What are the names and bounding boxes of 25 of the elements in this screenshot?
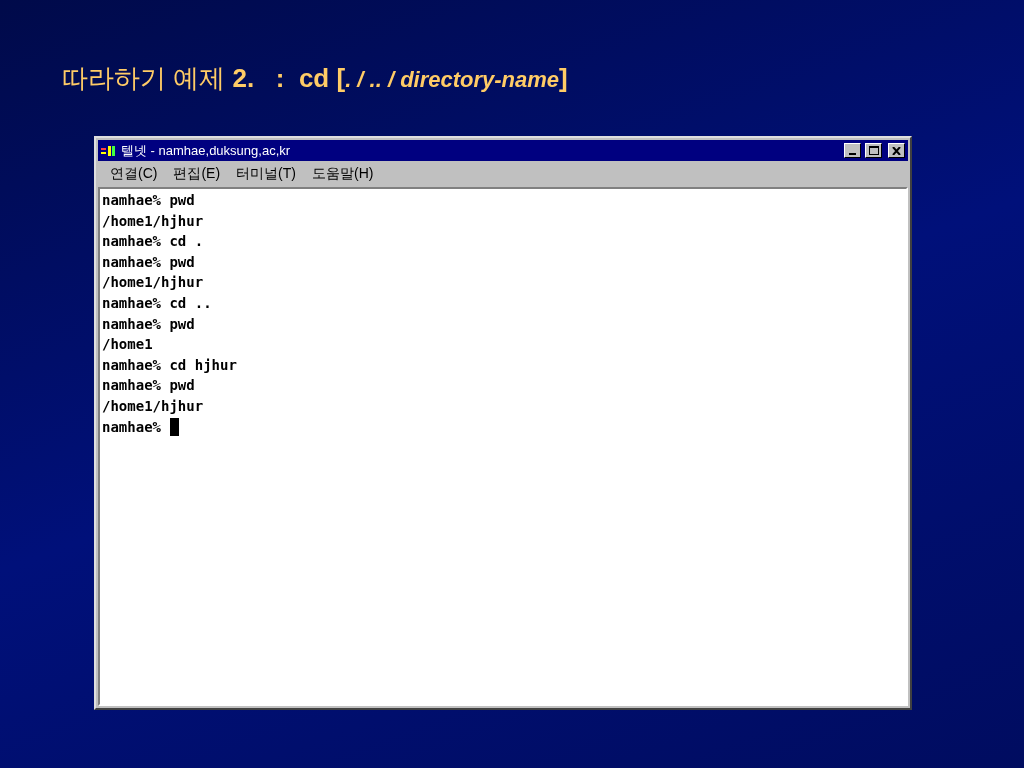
close-icon <box>892 146 901 155</box>
terminal-line: /home1/hjhur <box>102 396 205 416</box>
menu-item[interactable]: 터미널(T) <box>230 165 302 183</box>
terminal-line: /home1/hjhur <box>102 273 205 293</box>
terminal-line: namhae% pwd <box>102 376 196 396</box>
terminal-line: namhae% cd hjhur <box>102 355 238 375</box>
close-button[interactable] <box>888 143 905 158</box>
terminal-line: namhae% pwd <box>102 314 196 334</box>
terminal-line: namhae% cd . <box>102 232 205 252</box>
terminal-line: namhae% pwd <box>102 191 196 210</box>
minimize-button[interactable] <box>844 143 861 158</box>
app-icon <box>101 144 117 157</box>
terminal-line: namhae% cd .. <box>102 293 213 313</box>
menu-item[interactable]: 도움말(H) <box>306 165 380 183</box>
slide-title: 따라하기 예제 2. : cd [. / .. / directory-name] <box>62 62 568 95</box>
menu-item[interactable]: 연결(C) <box>104 165 164 183</box>
maximize-button[interactable] <box>865 143 882 158</box>
terminal-prompt: namhae% <box>102 417 161 437</box>
terminal-line: namhae% pwd <box>102 252 196 272</box>
terminal-line: /home1 <box>102 335 154 355</box>
maximize-icon <box>868 146 879 155</box>
window-title: 텔넷 - namhae,duksung,ac,kr <box>121 141 292 160</box>
minimize-icon <box>849 153 856 155</box>
terminal-line: /home1/hjhur <box>102 211 205 231</box>
menu-item[interactable]: 편집(E) <box>167 165 227 183</box>
